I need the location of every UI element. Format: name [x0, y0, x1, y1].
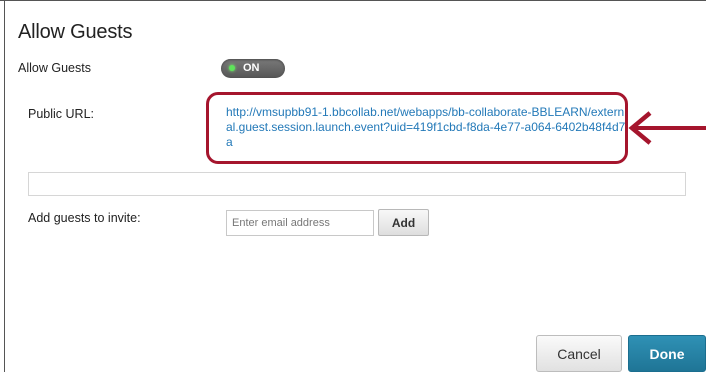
frame-top-border [0, 0, 706, 1]
public-url-label: Public URL: [28, 107, 94, 121]
frame-left-border [4, 0, 5, 372]
dialog-title: Allow Guests [18, 21, 133, 43]
public-url-link[interactable]: http://vmsupbb91-1.bbcollab.net/webapps/… [226, 105, 626, 150]
done-button[interactable]: Done [628, 335, 706, 372]
pointer-arrow-icon [628, 111, 706, 145]
toggle-on-indicator-icon [229, 65, 235, 71]
toggle-state-text: ON [243, 62, 260, 74]
add-guest-button[interactable]: Add [378, 209, 429, 236]
allow-guests-toggle[interactable]: ON [221, 59, 285, 78]
guest-list-field [28, 172, 686, 196]
email-address-input[interactable] [226, 210, 374, 236]
allow-guests-label: Allow Guests [18, 61, 91, 75]
add-guests-label: Add guests to invite: [28, 211, 141, 225]
cancel-button[interactable]: Cancel [536, 335, 622, 372]
